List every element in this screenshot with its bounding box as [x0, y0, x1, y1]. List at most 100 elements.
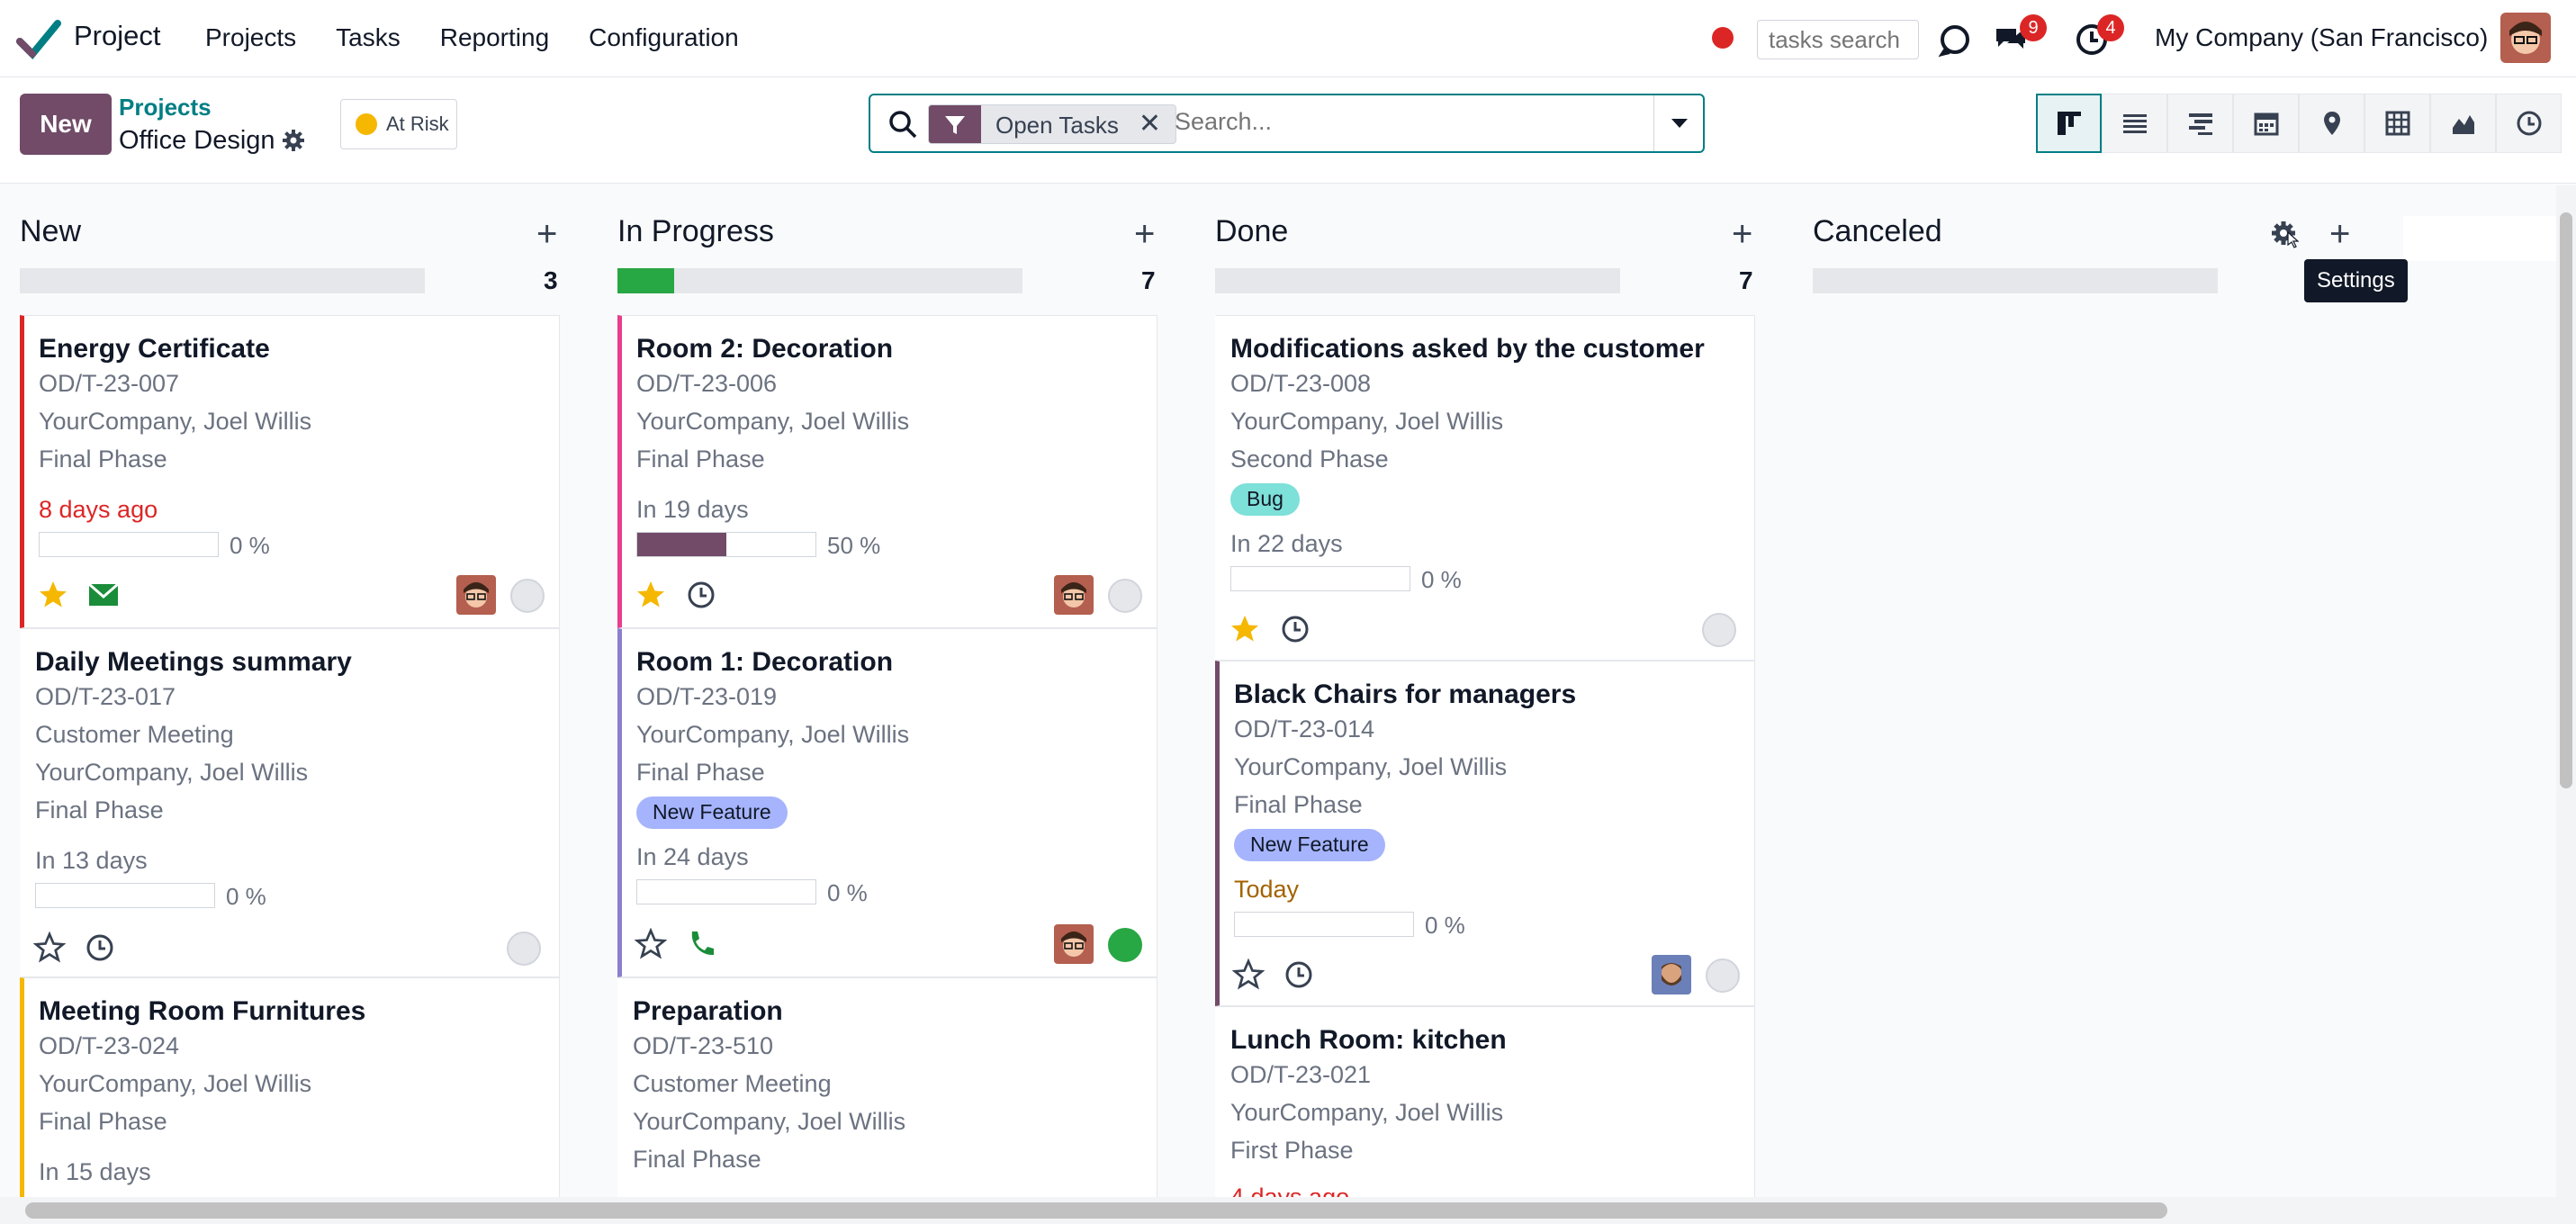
star-filled-icon[interactable]: [1229, 613, 1261, 645]
star-outline-icon[interactable]: [1232, 958, 1265, 991]
column-progress-bar[interactable]: [20, 268, 425, 293]
menu-configuration[interactable]: Configuration: [589, 23, 739, 52]
search-bar[interactable]: Open Tasks ✕: [869, 94, 1705, 153]
column-new: New + 3 Energy Certificate OD/T-23-007 Y…: [20, 185, 560, 1197]
column-progress-bar[interactable]: [1215, 268, 1620, 293]
add-task-plus-icon[interactable]: +: [1732, 216, 1752, 252]
column-progress-bar[interactable]: [1813, 268, 2218, 293]
filter-facet: Open Tasks ✕: [928, 104, 1176, 144]
column-title[interactable]: In Progress: [617, 214, 774, 249]
area-chart-icon: [2452, 115, 2474, 134]
view-switcher: [2036, 94, 2562, 153]
task-card[interactable]: Lunch Room: kitchen OD/T-23-021 YourComp…: [1215, 1006, 1755, 1197]
graph-view-button[interactable]: [2430, 94, 2496, 153]
card-line: YourCompany, Joel Willis: [636, 721, 910, 748]
column-title[interactable]: Canceled: [1813, 214, 1942, 249]
app-name[interactable]: Project: [74, 20, 160, 52]
refresh-chat-icon[interactable]: [1937, 22, 1973, 58]
gantt-view-button[interactable]: [2167, 94, 2233, 153]
calendar-view-button[interactable]: [2233, 94, 2299, 153]
kanban-state-circle[interactable]: [507, 932, 541, 966]
menu-projects[interactable]: Projects: [205, 23, 296, 52]
menu-reporting[interactable]: Reporting: [440, 23, 549, 52]
activity-clock-icon[interactable]: [1283, 958, 1315, 991]
task-card[interactable]: Room 1: Decoration OD/T-23-019 YourCompa…: [617, 628, 1157, 977]
new-task-button[interactable]: New: [20, 94, 112, 155]
column-progress-bar[interactable]: [617, 268, 1022, 293]
activity-clock-icon[interactable]: [1279, 613, 1311, 645]
kanban-view-button[interactable]: [2036, 94, 2102, 153]
vertical-scrollbar[interactable]: [2556, 185, 2576, 1197]
add-task-plus-icon[interactable]: +: [1134, 216, 1155, 252]
breadcrumb-projects[interactable]: Projects: [119, 94, 212, 122]
card-ref: OD/T-23-021: [1230, 1061, 1372, 1088]
user-avatar[interactable]: [2500, 13, 2551, 63]
activity-clock-icon[interactable]: [84, 932, 116, 964]
assignee-avatar-icon: [456, 575, 496, 615]
breadcrumb-current: Office Design: [119, 126, 275, 155]
kanban-state-circle[interactable]: [1706, 958, 1740, 993]
activity-clock-icon[interactable]: [685, 579, 717, 611]
kanban-state-circle-ready[interactable]: [1108, 928, 1142, 962]
task-card[interactable]: Black Chairs for managers OD/T-23-014 Yo…: [1215, 661, 1755, 1006]
card-line: Customer Meeting: [35, 721, 234, 748]
card-line: YourCompany, Joel Willis: [39, 408, 312, 435]
task-card[interactable]: Modifications asked by the customer OD/T…: [1215, 315, 1755, 661]
card-title: Meeting Room Furnitures: [39, 996, 366, 1026]
star-outline-icon[interactable]: [33, 932, 66, 964]
add-task-plus-icon[interactable]: +: [536, 216, 557, 252]
card-title: Preparation: [633, 996, 783, 1026]
card-line: YourCompany, Joel Willis: [35, 759, 309, 786]
search-input[interactable]: [1175, 108, 1643, 136]
facet-remove-icon[interactable]: ✕: [1133, 105, 1175, 143]
map-view-button[interactable]: [2299, 94, 2364, 153]
kanban-state-circle[interactable]: [1108, 579, 1142, 613]
task-card[interactable]: Room 2: Decoration OD/T-23-006 YourCompa…: [617, 315, 1157, 628]
add-task-plus-icon[interactable]: +: [2329, 216, 2350, 252]
card-progress-bar: [1234, 912, 1414, 937]
horizontal-scrollbar[interactable]: [0, 1197, 2576, 1224]
email-icon[interactable]: [87, 579, 120, 611]
card-progress-label: 0 %: [1425, 912, 1465, 939]
star-filled-icon[interactable]: [37, 579, 69, 611]
search-options-toggle[interactable]: [1653, 95, 1705, 151]
kanban-state-circle[interactable]: [510, 579, 545, 613]
status-dot-icon: [356, 113, 377, 135]
card-progress-bar: [636, 532, 816, 557]
card-line: YourCompany, Joel Willis: [636, 408, 910, 435]
recording-dot-icon[interactable]: [1712, 27, 1734, 49]
card-progress-bar: [636, 879, 816, 904]
project-settings-gear-icon[interactable]: [281, 128, 306, 153]
column-settings-gear-icon[interactable]: [2268, 218, 2299, 248]
assignee-avatar[interactable]: [1054, 575, 1094, 615]
assignee-avatar[interactable]: [456, 575, 496, 615]
column-header-extension: [2403, 216, 2556, 261]
task-card[interactable]: Preparation OD/T-23-510 Customer Meeting…: [617, 977, 1157, 1197]
card-title: Room 1: Decoration: [636, 647, 894, 677]
pivot-view-button[interactable]: [2364, 94, 2430, 153]
list-view-button[interactable]: [2102, 94, 2167, 153]
assignee-avatar[interactable]: [1652, 955, 1691, 994]
task-card[interactable]: Daily Meetings summary OD/T-23-017 Custo…: [20, 628, 560, 977]
column-title[interactable]: New: [20, 214, 81, 249]
kanban-state-circle[interactable]: [1702, 613, 1736, 647]
card-line: Final Phase: [636, 759, 765, 786]
task-card[interactable]: Energy Certificate OD/T-23-007 YourCompa…: [20, 315, 560, 628]
company-switcher[interactable]: My Company (San Francisco): [2155, 23, 2488, 52]
task-card[interactable]: Meeting Room Furnitures OD/T-23-024 Your…: [20, 977, 560, 1197]
column-count: 7: [1739, 266, 1753, 294]
menu-tasks[interactable]: Tasks: [336, 23, 401, 52]
project-logo-icon[interactable]: [16, 18, 61, 59]
project-status-button[interactable]: At Risk: [340, 99, 457, 149]
activity-view-button[interactable]: [2496, 94, 2562, 153]
assignee-avatar[interactable]: [1054, 924, 1094, 964]
pivot-table-icon: [2385, 111, 2409, 136]
tasks-search-input[interactable]: [1757, 20, 1919, 59]
column-count: 7: [1141, 266, 1156, 294]
star-filled-icon[interactable]: [635, 579, 667, 611]
card-ref: OD/T-23-019: [636, 683, 778, 710]
phone-icon[interactable]: [685, 928, 717, 960]
star-outline-icon[interactable]: [635, 928, 667, 960]
column-title[interactable]: Done: [1215, 214, 1288, 249]
tag-new-feature: New Feature: [1234, 829, 1385, 861]
